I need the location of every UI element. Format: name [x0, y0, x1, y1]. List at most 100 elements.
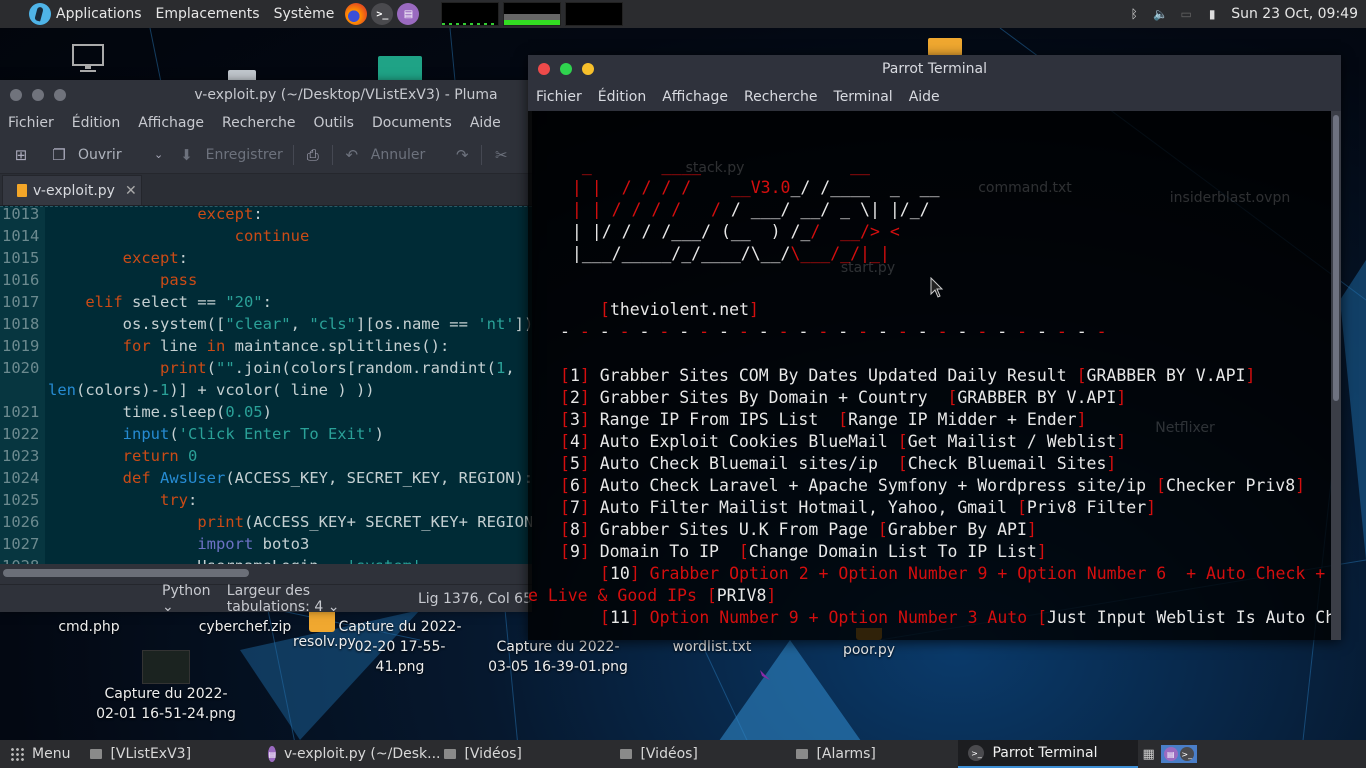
close-tab-icon[interactable]: ✕ [125, 183, 137, 199]
code-line: 1028 UsernameLogin = 'system' [0, 555, 532, 564]
desktop-icon-cyberchef-zip[interactable]: cyberchef.zip [195, 617, 295, 637]
folder-icon [90, 749, 103, 759]
taskbar: Menu [VListExV3] ▤ v-exploit.py (~/Desk.… [0, 740, 1366, 768]
bluetooth-icon[interactable]: ᛒ [1127, 7, 1141, 21]
menu-affichage[interactable]: Affichage [138, 115, 204, 131]
open-icon[interactable]: ❐ [50, 146, 68, 164]
battery-icon[interactable]: ▮ [1205, 7, 1219, 21]
menu-affichage[interactable]: Affichage [662, 89, 728, 105]
pluma-toolbar: ⊞ ❐ Ouvrir ⌄ ⬇ Enregistrer ⎙ ↶ Annuler ↷… [0, 136, 532, 174]
menu-documents[interactable]: Documents [372, 115, 452, 131]
taskbar-item-alarms[interactable]: [Alarms] [786, 740, 958, 768]
file-desktop-icon[interactable] [228, 70, 256, 80]
desktop-icon-capture-0220[interactable]: Capture du 2022- 02-20 17-55-41.png [335, 617, 465, 677]
pluma-icon[interactable]: ▤ [397, 3, 420, 25]
pluma-icon: ▤ [268, 746, 277, 762]
desktop-icon-capture-0305[interactable]: Capture du 2022- 03-05 16-39-01.png [488, 637, 628, 677]
menu-edition[interactable]: Édition [598, 89, 646, 105]
chevron-down-icon[interactable]: ⌄ [150, 146, 168, 164]
horizontal-scrollbar[interactable] [0, 564, 532, 584]
menu-aide[interactable]: Aide [470, 115, 501, 131]
line-number: 1025 [2, 491, 40, 509]
workspace-switcher-icon[interactable]: ▦ [1142, 747, 1154, 762]
firefox-icon[interactable] [345, 3, 368, 25]
desktop-icon-cmd-php[interactable]: cmd.php [52, 617, 126, 637]
menu-button[interactable]: Menu [0, 740, 80, 768]
desktop-icon-poor-py[interactable]: poor.py [838, 628, 900, 660]
line-number: 1016 [2, 271, 40, 289]
folder-icon [444, 749, 457, 759]
menu-fichier[interactable]: Fichier [536, 89, 582, 105]
parrot-logo-icon[interactable] [29, 3, 51, 25]
pluma-title: v-exploit.py (~/Desktop/VListExV3) - Plu… [194, 87, 498, 103]
menu-terminal[interactable]: Terminal [834, 89, 893, 105]
code-editor[interactable]: 1013 except: 1014 continue 1015 except: 101… [0, 206, 532, 564]
terminal-scrollbar[interactable] [1331, 111, 1341, 640]
systeme-menu[interactable]: Système [267, 6, 342, 22]
toolbar-separator [481, 144, 483, 165]
ghost-label: command.txt [978, 180, 1072, 196]
redo-icon[interactable]: ↷ [453, 146, 471, 164]
menu-item: [8] Grabber Sites U.K From Page [Grabber… [560, 520, 1037, 539]
emplacements-menu[interactable]: Emplacements [149, 6, 267, 22]
terminal-titlebar[interactable]: Parrot Terminal [528, 55, 1341, 83]
language-selector[interactable]: Python ⌄ [162, 583, 213, 615]
tab-width-selector[interactable]: Largeur des tabulations: 4 ⌄ [227, 583, 384, 615]
code-line: 1013 except: [0, 206, 532, 225]
network-monitor-graph[interactable] [565, 2, 624, 26]
open-button[interactable]: Ouvrir [78, 147, 122, 163]
code-line: 1020 print("".join(colors[random.randint… [2, 359, 515, 377]
mouse-cursor-icon [930, 277, 944, 298]
save-button[interactable]: Enregistrer [206, 147, 283, 163]
volume-icon[interactable]: 🔈 [1153, 7, 1168, 21]
taskbar-item-vlistexv3[interactable]: [VListExV3] [80, 740, 258, 768]
tab-v-exploit-py[interactable]: v-exploit.py ✕ [2, 175, 142, 205]
toolbar-separator [331, 144, 333, 165]
pluma-titlebar[interactable]: v-exploit.py (~/Desktop/VListExV3) - Plu… [0, 80, 532, 110]
menu-item-10-wrap: e Live & Good IPs [PRIV8] [528, 586, 777, 605]
taskbar-item-videos-2[interactable]: [Vidéos] [610, 740, 786, 768]
taskbar-item-parrot-terminal[interactable]: >_ Parrot Terminal [958, 740, 1139, 768]
taskbar-item-videos-1[interactable]: [Vidéos] [434, 740, 610, 768]
undo-button[interactable]: Annuler [371, 147, 425, 163]
code-line: 1015 except: [2, 249, 188, 267]
code-line: 1018 os.system(["clear", "cls"][os.name … [2, 315, 532, 333]
line-number: 1013 [2, 206, 40, 223]
new-document-icon[interactable]: ⊞ [12, 146, 30, 164]
workspace-pager[interactable]: ▤ >_ [1160, 745, 1197, 763]
line-number: 1022 [2, 425, 40, 443]
cpu-monitor-graph[interactable] [441, 2, 500, 26]
computer-desktop-icon[interactable] [70, 44, 106, 80]
menu-outils[interactable]: Outils [314, 115, 354, 131]
line-number: 1020 [2, 359, 40, 377]
ghost-label: Netflixer [1155, 420, 1215, 436]
menu-fichier[interactable]: Fichier [8, 115, 54, 131]
code-line: 1027 import boto3 [2, 535, 310, 553]
network-disconnected-icon[interactable]: ▭ [1179, 7, 1193, 21]
pluma-menubar: Fichier Édition Affichage Recherche Outi… [0, 110, 532, 136]
folder-desktop-icon[interactable] [378, 56, 422, 80]
undo-icon[interactable]: ↶ [343, 146, 361, 164]
desktop-icon-wordlist-txt[interactable]: wordlist.txt [670, 637, 754, 657]
taskbar-item-v-exploit[interactable]: ▤ v-exploit.py (~/Desk... [258, 740, 440, 768]
print-icon[interactable]: ⎙ [304, 146, 322, 164]
line-number: 1023 [2, 447, 40, 465]
code-line: len(colors)-1)] + vcolor( line ) )) [0, 379, 532, 401]
memory-monitor-graph[interactable] [503, 2, 562, 26]
cut-icon[interactable]: ✂ [492, 146, 510, 164]
desktop-icon-capture-0201[interactable]: Capture du 2022- 02-01 16-51-24.png [95, 650, 237, 724]
python-file-desktop-icon[interactable] [928, 38, 962, 56]
banner-line: | |/ / / /___/ (__ ) /_/ __/> < [562, 222, 900, 241]
python-file-icon [17, 184, 27, 197]
clock[interactable]: Sun 23 Oct, 09:49 [1231, 6, 1358, 22]
line-number: 1014 [2, 227, 40, 245]
applications-menu[interactable]: Applications [49, 6, 149, 22]
code-line: 1025 try: [2, 491, 198, 509]
save-icon[interactable]: ⬇ [178, 146, 196, 164]
menu-recherche[interactable]: Recherche [222, 115, 296, 131]
menu-item-11: [11] Option Number 9 + Option Number 3 A… [600, 608, 1331, 627]
menu-recherche[interactable]: Recherche [744, 89, 818, 105]
menu-aide[interactable]: Aide [909, 89, 940, 105]
menu-edition[interactable]: Édition [72, 115, 120, 131]
terminal-icon[interactable]: >_ [371, 3, 394, 25]
